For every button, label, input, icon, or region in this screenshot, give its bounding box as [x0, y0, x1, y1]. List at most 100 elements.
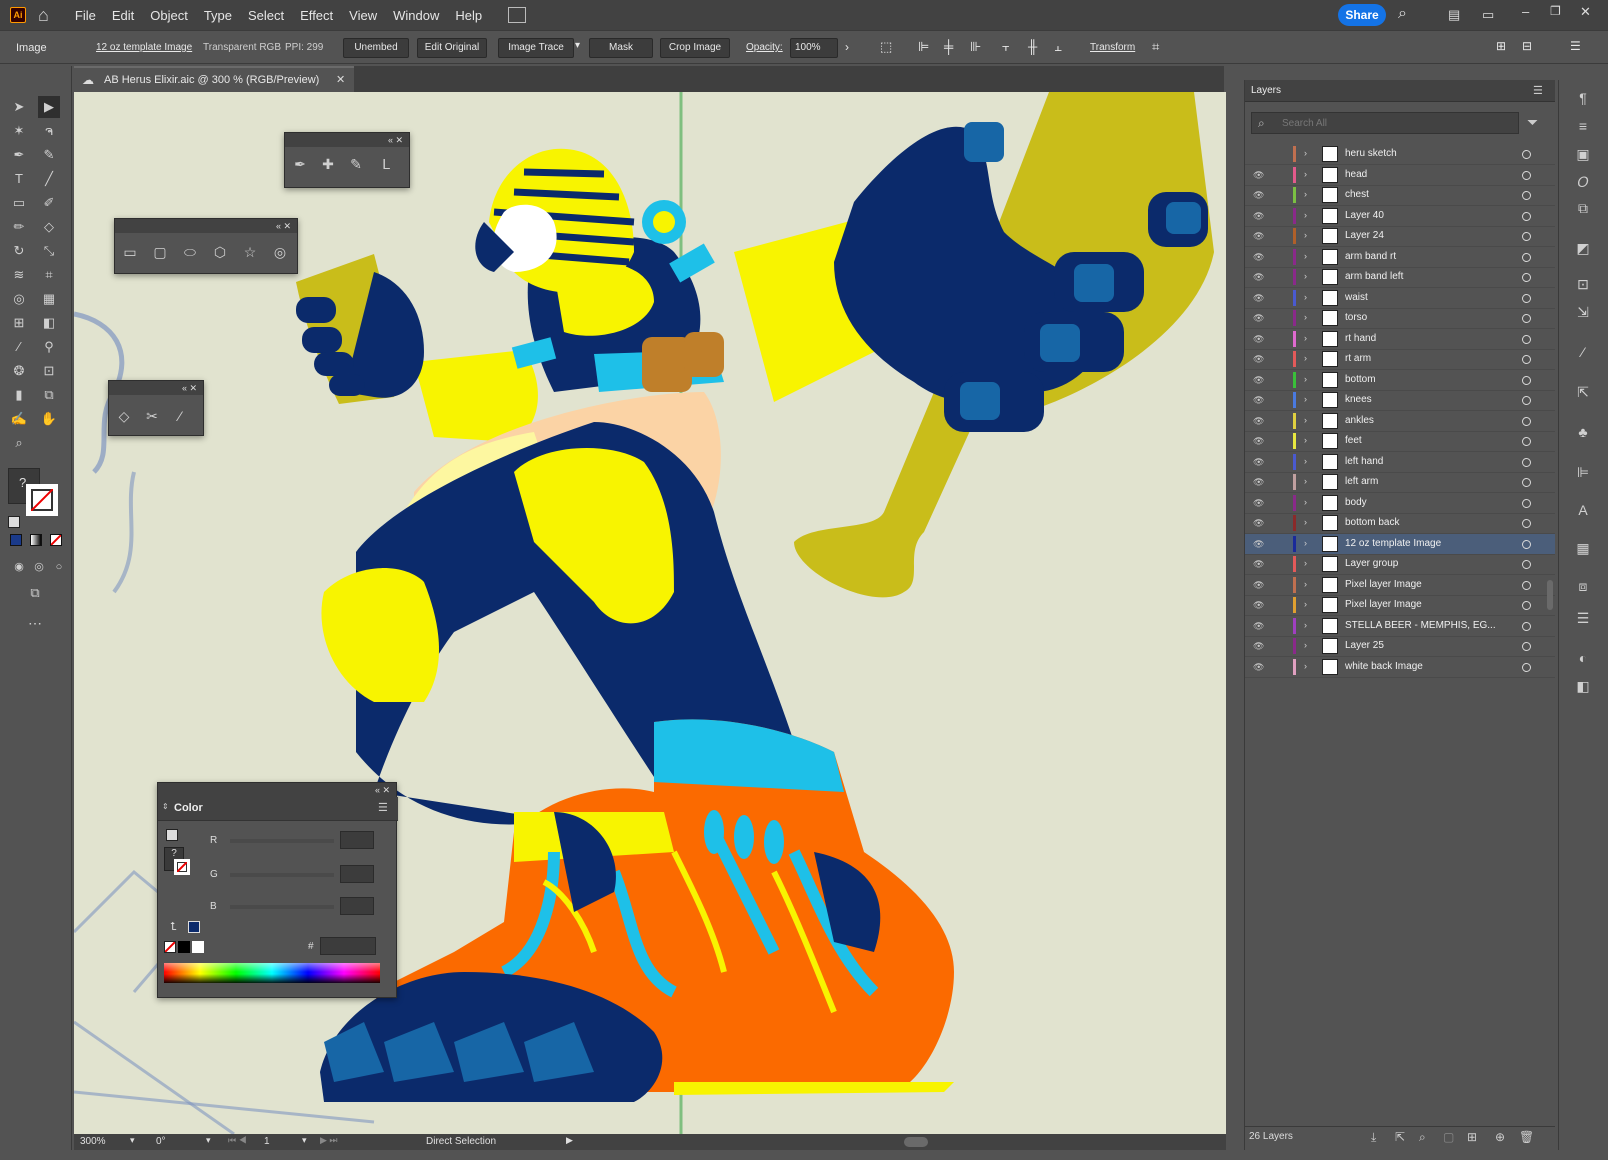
share-button[interactable]: Share — [1338, 4, 1386, 26]
expand-chevron-icon[interactable]: › — [1304, 292, 1307, 302]
layer-name[interactable]: left arm — [1345, 476, 1378, 487]
expand-chevron-icon[interactable]: › — [1304, 271, 1307, 281]
panel-expand-icon[interactable]: ⇕ — [162, 802, 169, 811]
align-top-icon[interactable]: ⫟ — [1002, 39, 1010, 55]
visibility-eye-icon[interactable]: 👁 — [1253, 539, 1265, 549]
layer-row[interactable]: 👁 › knees — [1245, 390, 1555, 411]
layer-name[interactable]: rt arm — [1345, 353, 1371, 364]
layer-row[interactable]: 👁 › Layer 40 — [1245, 206, 1555, 227]
panel-toggle-icon[interactable]: ▭ — [1482, 7, 1494, 23]
layer-row[interactable]: 👁 › arm band rt — [1245, 247, 1555, 268]
transparency-icon[interactable]: ◧ — [1572, 678, 1594, 698]
rotation-dropdown-icon[interactable]: ▾ — [206, 1135, 211, 1146]
expand-chevron-icon[interactable]: › — [1304, 579, 1307, 589]
menu-type[interactable]: Type — [204, 8, 232, 23]
layer-name[interactable]: left hand — [1345, 456, 1383, 467]
delete-anchor-icon[interactable]: ✎ — [345, 153, 367, 175]
links-icon[interactable]: ⇱ — [1572, 384, 1594, 404]
layers-menu-icon[interactable]: ☰ — [1533, 84, 1543, 97]
visibility-eye-icon[interactable]: 👁 — [1253, 231, 1265, 241]
stroke-icon[interactable]: ☰ — [1572, 610, 1594, 630]
layer-name[interactable]: feet — [1345, 435, 1362, 446]
document-tab[interactable]: ☁ AB Herus Elixir.aic @ 300 % (RGB/Previ… — [74, 66, 354, 92]
control-menu-icon[interactable]: ☰ — [1570, 39, 1581, 53]
screen-mode-icon[interactable]: ⧉ — [24, 582, 46, 604]
layer-name[interactable]: Pixel layer Image — [1345, 599, 1422, 610]
last-color-swatch[interactable] — [188, 921, 200, 933]
workspace-icon[interactable]: ▤ — [1448, 7, 1460, 23]
close-icon[interactable]: ✕ — [1580, 4, 1591, 20]
pen-icon[interactable]: ✒ — [289, 153, 311, 175]
layer-row[interactable]: 👁 › ankles — [1245, 411, 1555, 432]
rectangle-tool-icon[interactable]: ▭ — [8, 192, 30, 214]
shape-builder-icon[interactable]: ◎ — [8, 288, 30, 310]
transform-link[interactable]: Transform — [1090, 42, 1135, 53]
visibility-eye-icon[interactable]: 👁 — [1253, 272, 1265, 282]
curvature-tool-icon[interactable]: ✎ — [38, 144, 60, 166]
new-sublayer-icon[interactable]: ⊞ — [1467, 1130, 1477, 1144]
align-icon[interactable]: ⊫ — [1572, 464, 1594, 484]
delete-layer-icon[interactable]: 🗑 — [1519, 1130, 1534, 1144]
new-layer-icon[interactable]: ⊕ — [1495, 1130, 1505, 1144]
expand-chevron-icon[interactable]: › — [1304, 312, 1307, 322]
layer-row[interactable]: 👁 › torso — [1245, 308, 1555, 329]
layers-search[interactable]: ⌕ Search All — [1251, 112, 1519, 134]
gradient-tool-icon[interactable]: ◧ — [38, 312, 60, 334]
expand-chevron-icon[interactable]: › — [1304, 394, 1307, 404]
layer-row[interactable]: 👁 › head — [1245, 165, 1555, 186]
draw-behind-icon[interactable]: ◎ — [28, 556, 50, 578]
layer-row[interactable]: 👁 › bottom back — [1245, 513, 1555, 534]
magic-wand-icon[interactable]: ✶ — [8, 120, 30, 142]
layer-target-icon[interactable] — [1522, 601, 1531, 610]
zoom-tool-icon[interactable]: ⌕ — [8, 432, 30, 454]
menu-view[interactable]: View — [349, 8, 377, 23]
filter-icon[interactable]: ⏷ — [1527, 114, 1538, 131]
layer-name[interactable]: ankles — [1345, 415, 1374, 426]
menu-window[interactable]: Window — [393, 8, 439, 23]
symbol-sprayer-icon[interactable]: ❂ — [8, 360, 30, 382]
layer-row[interactable]: 👁 › Layer group — [1245, 554, 1555, 575]
hand-tool-icon[interactable]: ✋ — [38, 408, 60, 430]
none-swatch[interactable] — [164, 941, 176, 953]
ellipse-icon[interactable]: ⬭ — [179, 241, 201, 263]
r-slider[interactable] — [230, 839, 334, 843]
layer-target-icon[interactable] — [1522, 396, 1531, 405]
rectangle-icon[interactable]: ▭ — [119, 241, 141, 263]
visibility-eye-icon[interactable]: 👁 — [1253, 641, 1265, 651]
layer-target-icon[interactable] — [1522, 498, 1531, 508]
mesh-tool-icon[interactable]: ⊞ — [8, 312, 30, 334]
artboards-icon[interactable]: ⧉ — [1572, 200, 1594, 220]
appearance-icon[interactable]: ◐ — [1572, 650, 1594, 670]
expand-chevron-icon[interactable]: › — [1304, 230, 1307, 240]
layer-target-icon[interactable] — [1522, 211, 1531, 221]
image-trace-dropdown-icon[interactable]: ▾ — [575, 40, 580, 51]
expand-chevron-icon[interactable]: › — [1304, 251, 1307, 261]
layer-row[interactable]: 👁 › waist — [1245, 288, 1555, 309]
layer-row[interactable]: 👁 › feet — [1245, 431, 1555, 452]
visibility-eye-icon[interactable]: 👁 — [1253, 600, 1265, 610]
add-anchor-icon[interactable]: ✚ — [317, 153, 339, 175]
flare-icon[interactable]: ◎ — [269, 241, 291, 263]
collect-export-icon[interactable]: ⇱ — [1395, 1130, 1405, 1144]
layer-target-icon[interactable] — [1522, 478, 1531, 487]
rotation-value[interactable]: 0° — [156, 1136, 166, 1147]
b-slider[interactable] — [230, 905, 334, 909]
layer-row[interactable]: 👁 › Pixel layer Image — [1245, 575, 1555, 596]
pencil-tool-icon[interactable]: ✍ — [8, 408, 30, 430]
align-hcenter-icon[interactable]: ╪ — [944, 39, 953, 54]
brushes-icon[interactable]: ⁄ — [1572, 344, 1594, 364]
paintbrush-icon[interactable]: ✐ — [38, 192, 60, 214]
expand-chevron-icon[interactable]: › — [1304, 517, 1307, 527]
crop-image-button[interactable]: Crop Image — [660, 38, 730, 58]
expand-chevron-icon[interactable]: › — [1304, 148, 1307, 158]
edit-original-button[interactable]: Edit Original — [417, 38, 487, 58]
character-icon[interactable]: A — [1572, 502, 1594, 522]
layer-name[interactable]: white back Image — [1345, 661, 1423, 672]
color-spectrum[interactable] — [164, 963, 380, 983]
hex-input[interactable] — [320, 937, 376, 955]
visibility-eye-icon[interactable]: 👁 — [1253, 416, 1265, 426]
black-swatch[interactable] — [178, 941, 190, 953]
visibility-eye-icon[interactable]: 👁 — [1253, 211, 1265, 221]
layer-name[interactable]: arm band left — [1345, 271, 1403, 282]
object-name-link[interactable]: 12 oz template Image — [96, 42, 192, 53]
